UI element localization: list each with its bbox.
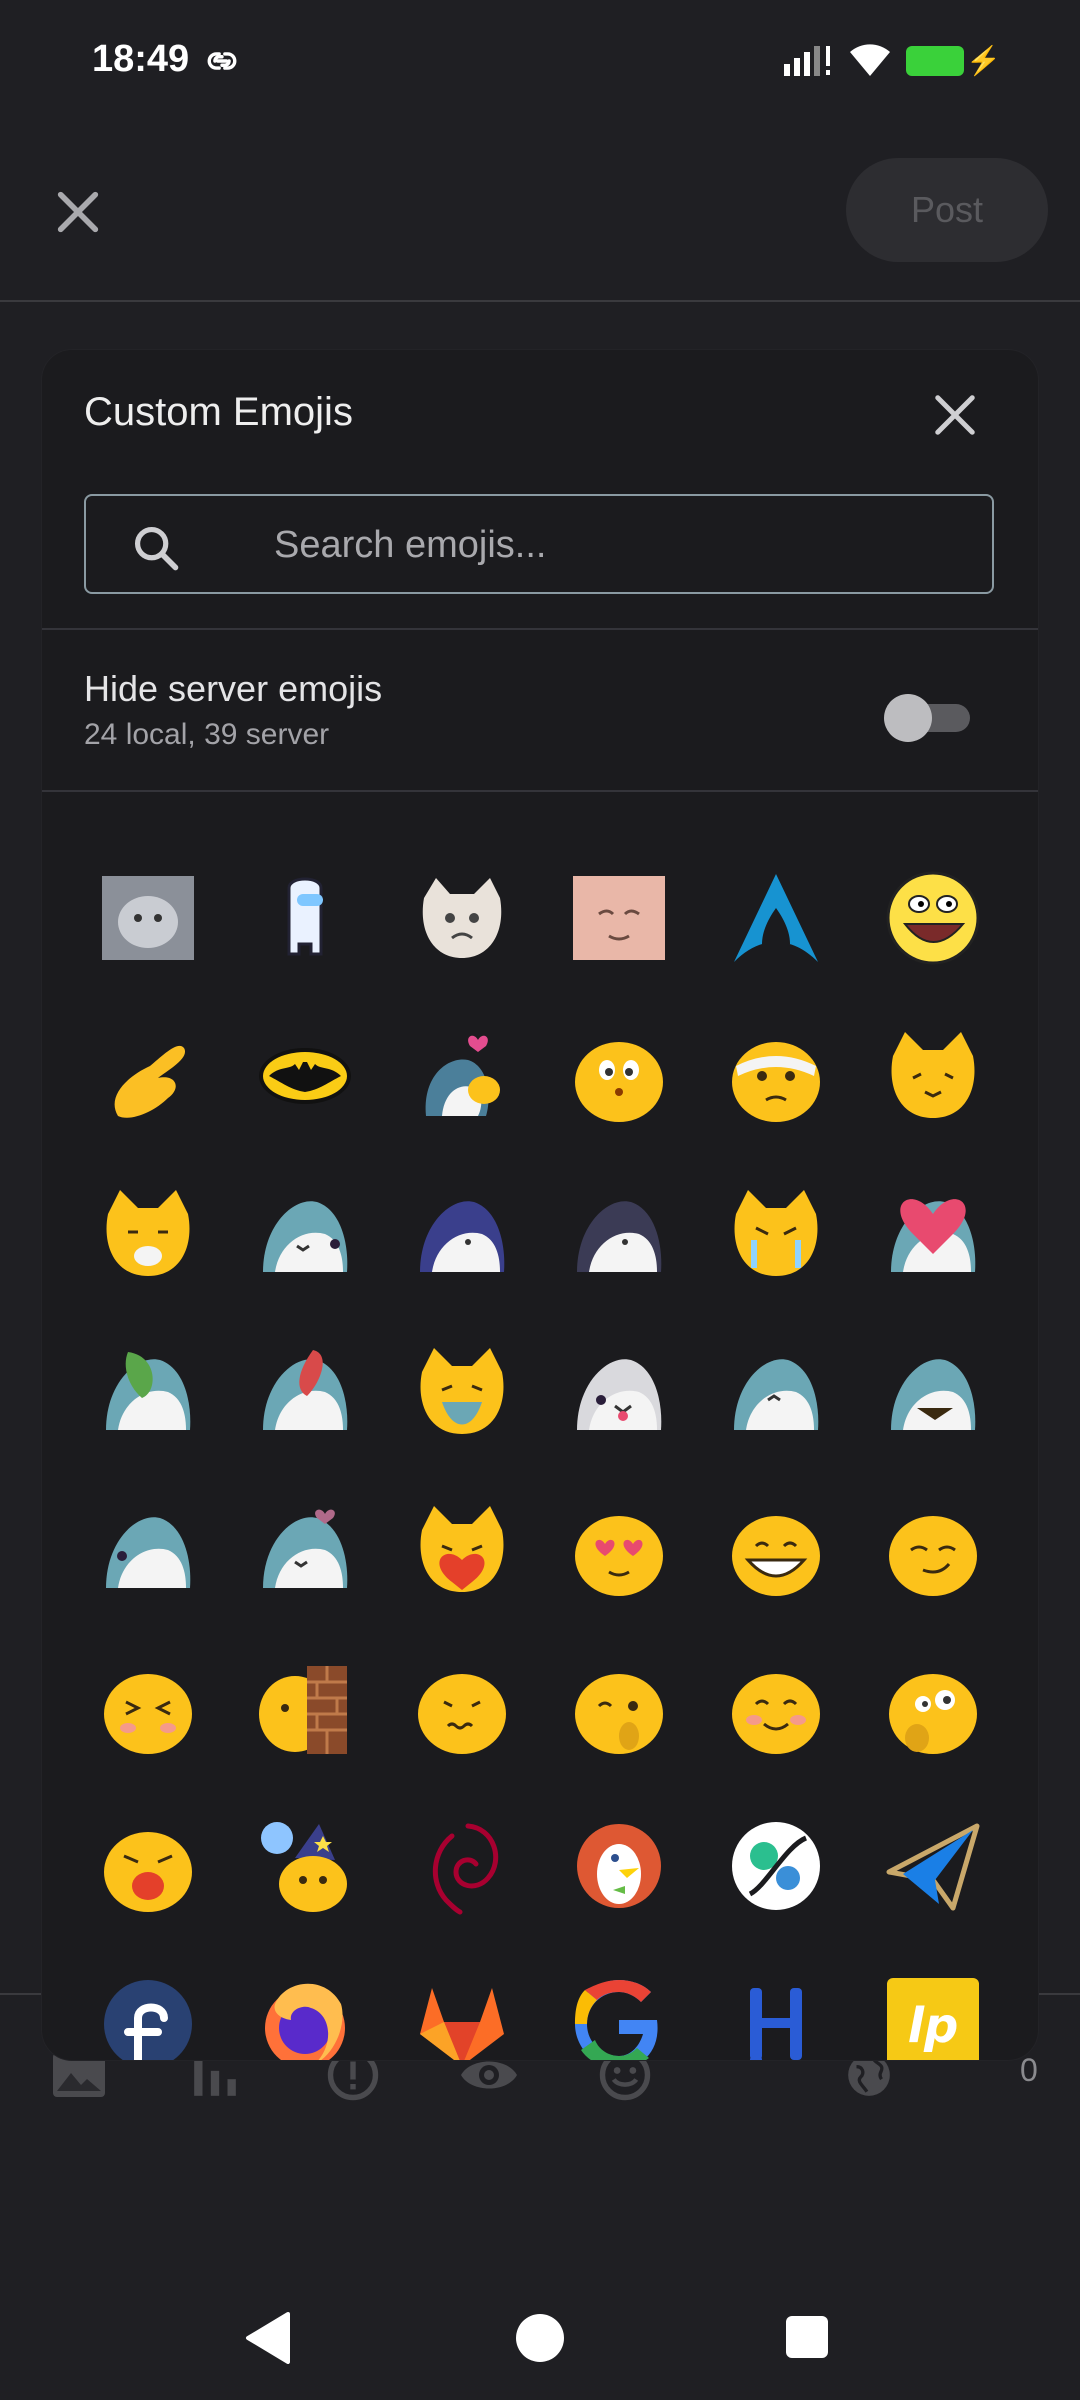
emoji-blob-yawn[interactable] — [70, 1788, 226, 1944]
wifi-icon — [850, 44, 890, 76]
emoji-blob-shark-love[interactable] — [227, 1472, 383, 1628]
emoji-blob-wizard[interactable] — [227, 1788, 383, 1944]
emoji-epic-face[interactable] — [855, 840, 1011, 996]
search-placeholder[interactable]: Search emojis... — [274, 524, 546, 567]
emoji-blob-heart-eyes[interactable] — [541, 1472, 697, 1628]
emoji-blob-shark-happy[interactable] — [698, 1314, 854, 1470]
link-icon — [207, 52, 237, 70]
emoji-blob-laugh[interactable] — [70, 1630, 226, 1786]
emoji-crying-cat[interactable] — [384, 840, 540, 996]
emoji-blob-blush[interactable] — [698, 1630, 854, 1786]
emoji-blob-bandaged[interactable] — [698, 998, 854, 1154]
signal-icon — [784, 46, 830, 76]
emoji-blob-shark-side[interactable] — [70, 1472, 226, 1628]
svg-text:lp: lp — [908, 1998, 959, 2054]
emoji-blob-shark-hooded-blue[interactable] — [384, 1156, 540, 1312]
emoji-blob-cat-fish[interactable] — [384, 1314, 540, 1470]
emoji-search-field[interactable]: Search emojis... — [84, 494, 994, 594]
emoji-batman-logo[interactable] — [227, 998, 383, 1154]
toggle-knob — [884, 694, 932, 742]
close-compose-icon[interactable] — [52, 186, 104, 238]
emoji-blob-bird-hearts[interactable] — [384, 998, 540, 1154]
emoji-blob-shark-grin[interactable] — [855, 1314, 1011, 1470]
emoji-blob-shy[interactable] — [541, 998, 697, 1154]
emoji-blob-shark-leaf[interactable] — [70, 1314, 226, 1470]
dialog-title: Custom Emojis — [84, 390, 353, 434]
emoji-google-logo[interactable] — [541, 1946, 697, 2060]
search-icon — [134, 526, 179, 571]
emoji-hydrogen-logo[interactable] — [698, 1946, 854, 2060]
character-count: 0 — [1020, 2052, 1038, 2088]
emoji-paper-plane[interactable] — [855, 1788, 1011, 1944]
emoji-pinching-hand[interactable] — [70, 998, 226, 1154]
divider — [42, 790, 1038, 792]
emoji-debian-logo[interactable] — [384, 1788, 540, 1944]
emoji-blob-cat[interactable] — [855, 998, 1011, 1154]
emoji-blob-wink-think[interactable] — [541, 1630, 697, 1786]
close-dialog-icon[interactable] — [932, 392, 978, 438]
emoji-mastodon-client-logo[interactable] — [698, 1788, 854, 1944]
status-bar: 18:49 ⚡ — [0, 0, 1080, 120]
emoji-blob-nervous[interactable] — [384, 1630, 540, 1786]
emoji-among-us-crewmate[interactable] — [227, 840, 383, 996]
battery-icon — [906, 46, 964, 76]
nav-home-icon[interactable] — [516, 2314, 564, 2362]
emoji-blob-shark-sausage[interactable] — [227, 1314, 383, 1470]
nav-back-icon[interactable] — [244, 2312, 292, 2364]
emoji-duckduckgo-logo[interactable] — [541, 1788, 697, 1944]
post-button[interactable]: Post — [846, 158, 1048, 262]
emoji-blob-thinking[interactable] — [855, 1630, 1011, 1786]
emoji-blob-shark-heart[interactable] — [855, 1156, 1011, 1312]
status-time: 18:49 — [92, 38, 190, 80]
emoji-fedora-logo[interactable] — [70, 1946, 226, 2060]
emoji-blob-shark-tongue[interactable] — [541, 1314, 697, 1470]
emoji-blob-cat-eating[interactable] — [70, 1156, 226, 1312]
emoji-firefox-logo[interactable] — [227, 1946, 383, 2060]
emoji-blob-shark[interactable] — [227, 1156, 383, 1312]
emoji-cat-photo[interactable] — [70, 840, 226, 996]
emoji-liberapay-logo[interactable]: lp — [855, 1946, 1011, 2060]
emoji-blob-shark-hooded-dark[interactable] — [541, 1156, 697, 1312]
emoji-gitlab-logo[interactable] — [384, 1946, 540, 2060]
hide-server-emojis-label: Hide server emojis — [84, 668, 383, 709]
header-divider — [0, 300, 1080, 302]
emoji-blob-cat-heart[interactable] — [384, 1472, 540, 1628]
divider — [42, 628, 1038, 630]
emoji-blob-grin[interactable] — [698, 1472, 854, 1628]
emoji-pink-blob-face[interactable] — [541, 840, 697, 996]
emoji-blob-wall[interactable] — [227, 1630, 383, 1786]
nav-recents-icon[interactable] — [786, 2316, 828, 2358]
emoji-arch-linux-logo[interactable] — [698, 840, 854, 996]
charging-icon: ⚡ — [966, 45, 1001, 76]
emoji-blob-cat-crying[interactable] — [698, 1156, 854, 1312]
emoji-blob-smirk[interactable] — [855, 1472, 1011, 1628]
hide-server-emojis-toggle[interactable] — [884, 694, 970, 742]
custom-emoji-dialog: Custom Emojis Search emojis... Hide serv… — [42, 350, 1038, 2060]
emoji-counts: 24 local, 39 server — [84, 718, 330, 751]
